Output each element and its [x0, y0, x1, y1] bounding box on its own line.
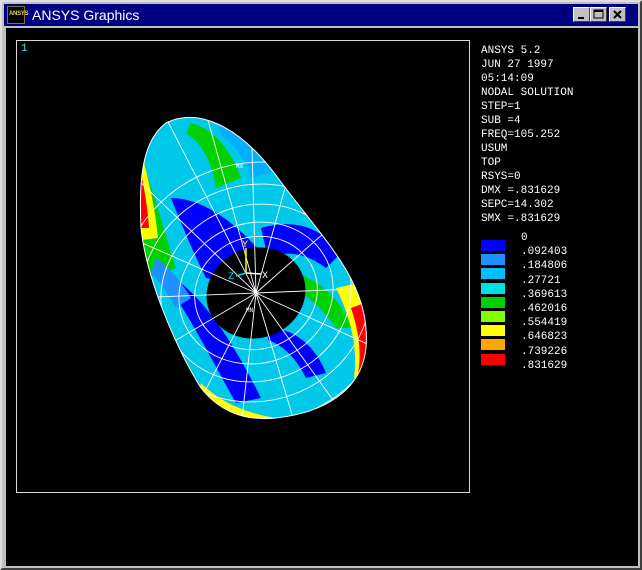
info-line: STEP=1: [481, 101, 521, 113]
info-line: DMX =.831629: [481, 185, 561, 197]
legend-row: .184806: [481, 260, 601, 280]
graphics-area[interactable]: 1 Y X Z MX MN ANSYS 5.2 JUN 27 1997 05:1…: [6, 28, 638, 566]
window-title: ANSYS Graphics: [32, 7, 140, 23]
triad-x-label: X: [262, 271, 268, 282]
legend-label: .462016: [521, 303, 568, 315]
title-bar[interactable]: ANSYS ANSYS Graphics: [4, 4, 638, 26]
legend-label: .646823: [521, 331, 568, 344]
close-icon: [613, 10, 622, 19]
ansys-graphics-window: ANSYS ANSYS Graphics 1 Y X Z MX MN ANSYS…: [0, 0, 642, 570]
legend-label: .831629: [521, 359, 568, 372]
triad-z-label: Z: [228, 272, 234, 283]
min-marker-label: MN: [246, 307, 254, 314]
info-line: NODAL SOLUTION: [481, 87, 574, 99]
minimize-button[interactable]: [573, 7, 590, 22]
triad-y-label: Y: [242, 240, 248, 251]
info-line: 05:14:09: [481, 73, 534, 85]
legend-label: .184806: [521, 260, 568, 273]
solution-info: ANSYS 5.2 JUN 27 1997 05:14:09 NODAL SOLUTI…: [481, 44, 573, 226]
legend-label: .739226: [521, 345, 568, 358]
legend-row: .092403: [481, 246, 601, 266]
close-button[interactable]: [609, 7, 626, 22]
legend-label: .554419: [521, 317, 568, 330]
info-line: ANSYS 5.2: [481, 45, 541, 57]
info-line: TOP: [481, 157, 501, 169]
legend-row: .831629: [481, 360, 601, 374]
info-line: JUN 27 1997: [481, 59, 554, 71]
info-line: SEPC=14.302: [481, 199, 554, 211]
max-marker-label: MX: [236, 163, 244, 170]
legend-row: .462016: [481, 303, 601, 322]
info-line: USUM: [481, 143, 508, 155]
info-line: FREQ=105.252: [481, 129, 561, 141]
legend-row: .27721: [481, 274, 601, 294]
minimize-icon: [578, 17, 584, 19]
legend-row: .739226: [481, 345, 601, 365]
info-line: SMX =.831629: [481, 213, 561, 225]
legend-label: .092403: [521, 246, 568, 259]
contour-plot: Y X Z MX MN: [139, 117, 367, 420]
maximize-icon: [593, 9, 604, 19]
info-line: SUB =4: [481, 115, 521, 127]
legend-label: .369613: [521, 288, 568, 301]
legend-row: .554419: [481, 317, 601, 337]
maximize-button[interactable]: [590, 7, 607, 22]
ansys-app-icon[interactable]: ANSYS: [7, 6, 28, 24]
info-line: RSYS=0: [481, 171, 521, 183]
legend-label: 0: [521, 232, 528, 244]
legend-row: .646823: [481, 331, 601, 351]
legend-row: 0: [481, 232, 601, 251]
legend-row: .369613: [481, 288, 601, 308]
legend-label: .27721: [521, 274, 561, 287]
